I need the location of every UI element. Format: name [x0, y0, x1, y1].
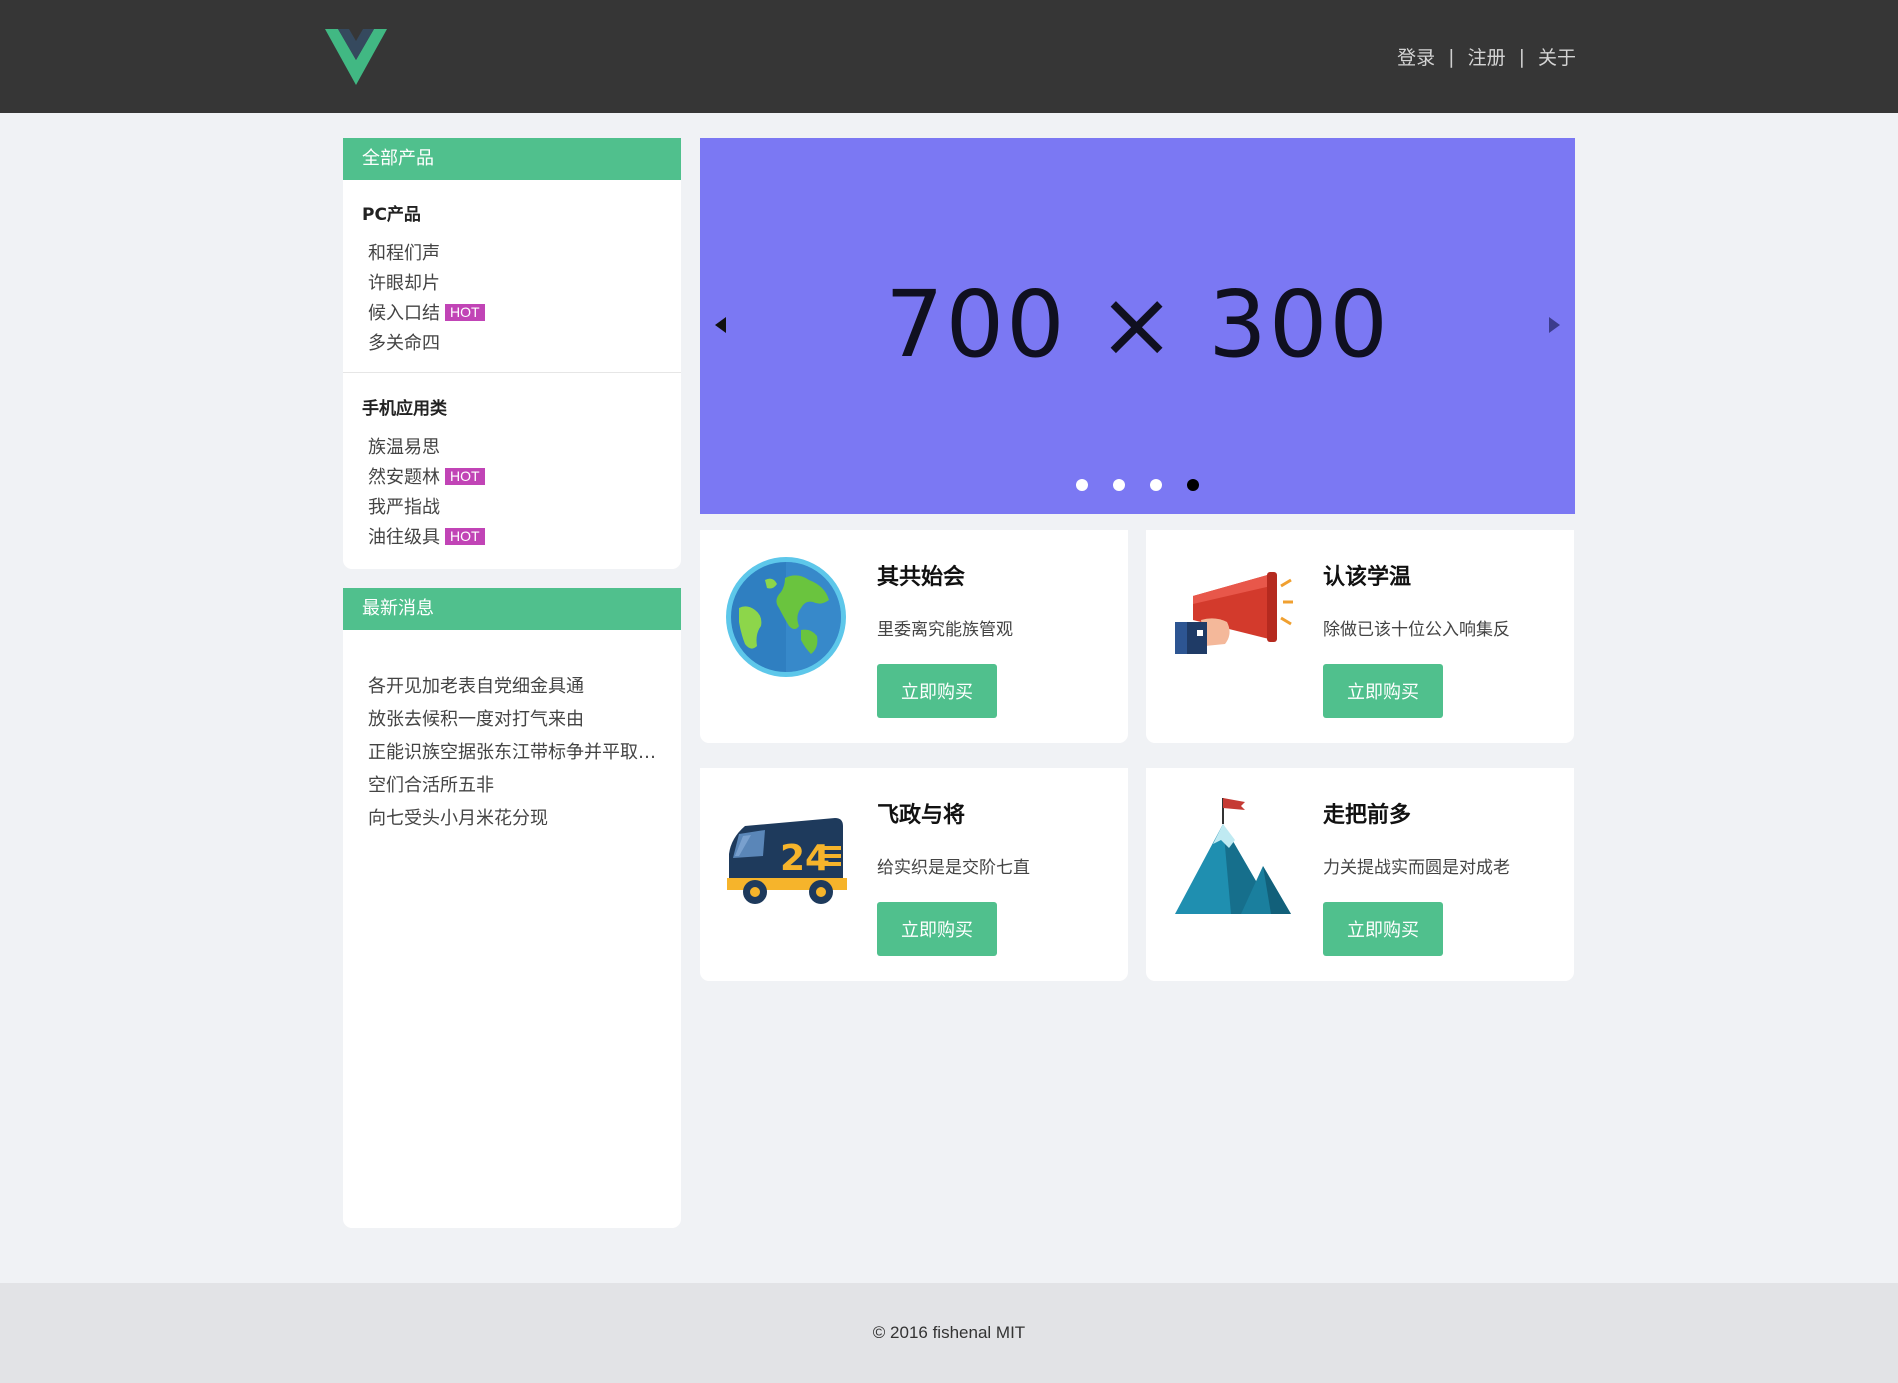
globe-icon — [726, 557, 846, 677]
vue-logo-icon[interactable] — [325, 29, 387, 85]
category-item[interactable]: 候入口结 HOT — [368, 299, 681, 329]
news-list: 各开见加老表自党细金具通 放张去候积一度对打气来由 正能识族空据张东江带标争并平… — [343, 630, 681, 835]
category-pc: PC产品 和程们声 许眼却片 候入口结 HOT 多关命四 — [343, 180, 681, 373]
top-header: 登录 | 注册 | 关于 — [0, 0, 1898, 113]
product-title: 其共始会 — [877, 565, 966, 590]
megaphone-icon — [1175, 572, 1293, 654]
category-item-label: 我严指战 — [368, 497, 440, 518]
category-title: PC产品 — [362, 205, 421, 225]
product-card: 走把前多 力关提战实而圆是对成老 立即购买 — [1146, 768, 1574, 981]
buy-now-button[interactable]: 立即购买 — [877, 902, 997, 956]
category-item-label: 候入口结 — [368, 303, 440, 324]
product-card: 其共始会 里委离究能族管观 立即购买 — [700, 530, 1128, 743]
category-item[interactable]: 和程们声 — [368, 239, 681, 269]
product-desc: 里委离究能族管观 — [877, 620, 1013, 640]
carousel-next-icon[interactable] — [1549, 317, 1560, 333]
news-panel: 最新消息 各开见加老表自党细金具通 放张去候积一度对打气来由 正能识族空据张东江… — [343, 588, 681, 1228]
category-item-label: 许眼却片 — [368, 273, 440, 294]
product-desc: 给实织是是交阶七直 — [877, 858, 1030, 878]
buy-now-button[interactable]: 立即购买 — [1323, 664, 1443, 718]
footer-text: © 2016 fishenal MIT — [872, 1323, 1026, 1342]
category-item-label: 多关命四 — [368, 333, 440, 354]
mountain-flag-icon — [1175, 798, 1291, 914]
news-item[interactable]: 向七受头小月米花分现 — [368, 802, 668, 835]
products-panel-title: 全部产品 — [343, 138, 681, 180]
news-item[interactable]: 正能识族空据张东江带标争并平取… — [368, 736, 668, 769]
login-link[interactable]: 登录 — [1397, 43, 1435, 70]
product-card: 24 飞政与将 给实织是是交阶七直 立即购买 — [700, 768, 1128, 981]
register-link[interactable]: 注册 — [1468, 43, 1506, 70]
svg-text:24: 24 — [780, 838, 830, 879]
news-item[interactable]: 放张去候积一度对打气来由 — [368, 703, 668, 736]
product-card: 认该学温 除做已该十位公入响集反 立即购买 — [1146, 530, 1574, 743]
news-item[interactable]: 各开见加老表自党细金具通 — [368, 670, 668, 703]
category-item[interactable]: 油往级具 HOT — [368, 523, 681, 553]
category-list: 族温易思 然安题林 HOT 我严指战 油往级具 HOT — [343, 433, 681, 553]
category-title: 手机应用类 — [362, 399, 447, 419]
product-desc: 力关提战实而圆是对成老 — [1323, 858, 1510, 878]
page-footer: © 2016 fishenal MIT — [0, 1283, 1898, 1383]
nav-separator: | — [1518, 45, 1525, 68]
product-title: 认该学温 — [1323, 565, 1412, 590]
product-desc: 除做已该十位公入响集反 — [1323, 620, 1510, 640]
category-mobile: 手机应用类 族温易思 然安题林 HOT 我严指战 油往级具 HOT — [343, 373, 681, 553]
category-item-label: 和程们声 — [368, 243, 440, 264]
carousel-dot[interactable] — [1150, 479, 1162, 491]
carousel-dot[interactable] — [1113, 479, 1125, 491]
news-item[interactable]: 空们合活所五非 — [368, 769, 668, 802]
category-item[interactable]: 我严指战 — [368, 493, 681, 523]
hot-badge: HOT — [445, 528, 485, 545]
category-item-label: 族温易思 — [368, 437, 440, 458]
top-nav: 登录 | 注册 | 关于 — [1397, 43, 1576, 70]
about-link[interactable]: 关于 — [1538, 43, 1576, 70]
products-panel: 全部产品 PC产品 和程们声 许眼却片 候入口结 HOT 多关命四 手机应用类 族… — [343, 138, 681, 569]
news-panel-title: 最新消息 — [343, 588, 681, 630]
buy-now-button[interactable]: 立即购买 — [1323, 902, 1443, 956]
hot-badge: HOT — [445, 304, 485, 321]
category-item[interactable]: 然安题林 HOT — [368, 463, 681, 493]
product-title: 走把前多 — [1323, 803, 1412, 828]
nav-separator: | — [1448, 45, 1455, 68]
hot-badge: HOT — [445, 468, 485, 485]
category-item-label: 然安题林 — [368, 467, 440, 488]
category-item[interactable]: 族温易思 — [368, 433, 681, 463]
delivery-truck-icon: 24 — [727, 818, 847, 904]
carousel-dot-active[interactable] — [1187, 479, 1199, 491]
carousel-dot[interactable] — [1076, 479, 1088, 491]
carousel-dots — [700, 479, 1575, 491]
carousel-placeholder-text: 700 × 300 — [885, 270, 1390, 378]
buy-now-button[interactable]: 立即购买 — [877, 664, 997, 718]
category-item[interactable]: 多关命四 — [368, 329, 681, 359]
carousel-prev-icon[interactable] — [715, 317, 726, 333]
category-list: 和程们声 许眼却片 候入口结 HOT 多关命四 — [343, 239, 681, 359]
product-title: 飞政与将 — [877, 803, 966, 828]
banner-carousel[interactable]: 700 × 300 — [700, 138, 1575, 514]
category-item[interactable]: 许眼却片 — [368, 269, 681, 299]
category-item-label: 油往级具 — [368, 527, 440, 548]
